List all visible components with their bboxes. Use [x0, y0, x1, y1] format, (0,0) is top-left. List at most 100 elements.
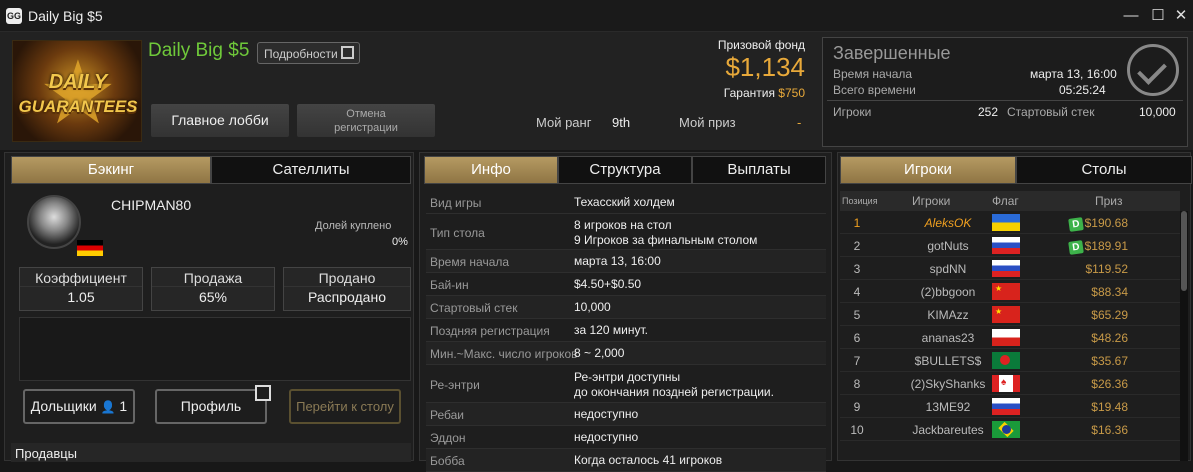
- player-row[interactable]: 10 Jackbareutes $16.36: [840, 418, 1180, 441]
- col-players[interactable]: Игроки: [912, 194, 950, 208]
- main-lobby-button[interactable]: Главное лобби: [150, 103, 290, 138]
- stat-sale: Продажа 65%: [151, 267, 275, 311]
- player-position: 3: [853, 262, 861, 276]
- external-link-icon: [255, 385, 271, 401]
- player-prize: $65.29: [1091, 308, 1128, 322]
- app-logo-icon: GG: [6, 8, 22, 24]
- player-position: 7: [853, 354, 861, 368]
- player-prize-value: $119.52: [1085, 262, 1129, 276]
- germany-flag-icon: [77, 240, 103, 256]
- player-position: 1: [853, 216, 861, 230]
- player-row[interactable]: 8 (2)SkyShanks ♠ $26.36: [840, 372, 1180, 395]
- total-time-value: 05:25:24: [1059, 83, 1106, 97]
- col-position[interactable]: Позиция: [842, 196, 878, 206]
- details-label: Подробности: [264, 47, 338, 61]
- start-time-value: марта 13, 16:00: [1030, 67, 1117, 81]
- profile-button[interactable]: Профиль: [155, 385, 271, 424]
- players-table-header: Позиция Игроки Флаг Приз: [840, 191, 1180, 211]
- go-to-table-button[interactable]: Перейти к столу: [289, 389, 401, 424]
- info-row-starting-stack: Стартовый стек 10,000: [426, 296, 826, 319]
- info-key: Ребаи: [430, 408, 464, 422]
- shares-bought-label: Долей куплено: [315, 220, 392, 232]
- player-row[interactable]: 7 $BULLETS$ $35.67: [840, 349, 1180, 372]
- stat-markup: Коэффициент 1.05: [19, 267, 143, 311]
- guarantee-text: Гарантия $750: [724, 86, 805, 100]
- start-time-label: Время начала: [833, 67, 913, 81]
- guarantee-value: $750: [778, 86, 805, 100]
- tab-tables[interactable]: Столы: [1016, 156, 1192, 184]
- player-prize-value: $190.68: [1084, 216, 1128, 230]
- player-prize-value: $35.67: [1091, 354, 1128, 368]
- player-prize-value: $19.48: [1091, 400, 1128, 414]
- tab-info[interactable]: Инфо: [424, 156, 558, 184]
- tab-satellites[interactable]: Сателлиты: [211, 156, 411, 184]
- scrollbar[interactable]: [1180, 211, 1188, 461]
- player-position: 4: [853, 285, 861, 299]
- prize-pool-label: Призовой фонд: [717, 38, 805, 52]
- player-prize: $26.36: [1091, 377, 1128, 391]
- info-key: Эддон: [430, 431, 466, 445]
- info-value-2: 9 Игроков за финальным столом: [574, 233, 758, 247]
- stat-markup-value: 1.05: [67, 289, 95, 305]
- starting-stack-value: 10,000: [1139, 105, 1176, 119]
- window-title: Daily Big $5: [28, 8, 103, 24]
- backers-count: 1: [119, 398, 128, 414]
- info-value: Ре-энтри доступны: [574, 370, 681, 384]
- col-flag[interactable]: Флаг: [992, 194, 1019, 208]
- ca-flag-icon: ♠: [992, 375, 1020, 392]
- unregister-label-1: Отмена: [346, 108, 386, 120]
- details-button[interactable]: Подробности: [257, 42, 360, 64]
- maximize-button[interactable]: ☐: [1147, 6, 1169, 26]
- player-row[interactable]: 2 gotNuts D $189.91: [840, 234, 1180, 257]
- player-position: 10: [850, 423, 864, 437]
- avatar: [27, 195, 81, 249]
- ru-flag-icon: [992, 260, 1020, 277]
- tab-payouts[interactable]: Выплаты: [692, 156, 826, 184]
- tab-backing[interactable]: Бэкинг: [11, 156, 211, 184]
- info-row-table-type: Тип стола 8 игроков на стол 9 Игроков за ф…: [426, 214, 826, 250]
- player-row[interactable]: 5 KIMAzz ★ $65.29: [840, 303, 1180, 326]
- player-row[interactable]: 6 ananas23 $48.26: [840, 326, 1180, 349]
- d-badge-icon: D: [1067, 217, 1084, 232]
- check-circle-icon: [1127, 44, 1179, 96]
- tab-players[interactable]: Игроки: [840, 156, 1016, 184]
- ua-flag-icon: [992, 214, 1020, 231]
- ru-flag-icon: [992, 237, 1020, 254]
- title-bar: GG Daily Big $5 — ☐ ✕: [0, 0, 1193, 32]
- info-key: Тип стола: [430, 226, 485, 240]
- user-icon: 👤: [100, 400, 116, 414]
- player-prize: D $189.91: [1067, 239, 1128, 255]
- info-key: Поздняя регистрация: [430, 324, 550, 338]
- backers-button[interactable]: Дольщики 👤 1: [23, 389, 135, 424]
- close-button[interactable]: ✕: [1170, 6, 1192, 26]
- player-row[interactable]: 4 (2)bbgoon ★ $88.34: [840, 280, 1180, 303]
- tab-structure[interactable]: Структура: [558, 156, 692, 184]
- player-row[interactable]: 3 spdNN $119.52: [840, 257, 1180, 280]
- player-prize: $119.52: [1086, 262, 1129, 276]
- info-value: Техасский холдем: [574, 195, 675, 209]
- info-key: Мин.~Макс. число игроков: [430, 347, 578, 361]
- star-icon: ★: [995, 307, 1003, 316]
- info-key: Вид игры: [430, 196, 482, 210]
- scrollbar-thumb[interactable]: [1181, 211, 1187, 291]
- col-prize[interactable]: Приз: [1095, 194, 1123, 208]
- stat-markup-label: Коэффициент: [20, 268, 142, 287]
- player-position: 6: [853, 331, 861, 345]
- info-key: Стартовый стек: [430, 301, 518, 315]
- player-prize: $35.67: [1091, 354, 1128, 368]
- cn-flag-icon: ★: [992, 306, 1020, 323]
- player-row[interactable]: 9 13ME92 $19.48: [840, 395, 1180, 418]
- info-row-game-type: Вид игры Техасский холдем: [426, 191, 826, 214]
- player-prize-value: $26.36: [1091, 377, 1128, 391]
- player-prize: $88.34: [1091, 285, 1128, 299]
- player-position: 8: [853, 377, 861, 391]
- players-count-value: 252: [978, 105, 999, 119]
- player-name: CHIPMAN80: [111, 197, 192, 213]
- info-value: 10,000: [574, 300, 611, 314]
- player-prize-value: $48.26: [1091, 331, 1128, 345]
- minimize-button[interactable]: —: [1120, 6, 1142, 26]
- unregister-button[interactable]: Отмена регистрации: [296, 103, 436, 138]
- player-row[interactable]: 1 AleksOK D $190.68: [840, 211, 1180, 234]
- player-prize: $48.26: [1091, 331, 1128, 345]
- stat-sold-value: Распродано: [308, 289, 386, 305]
